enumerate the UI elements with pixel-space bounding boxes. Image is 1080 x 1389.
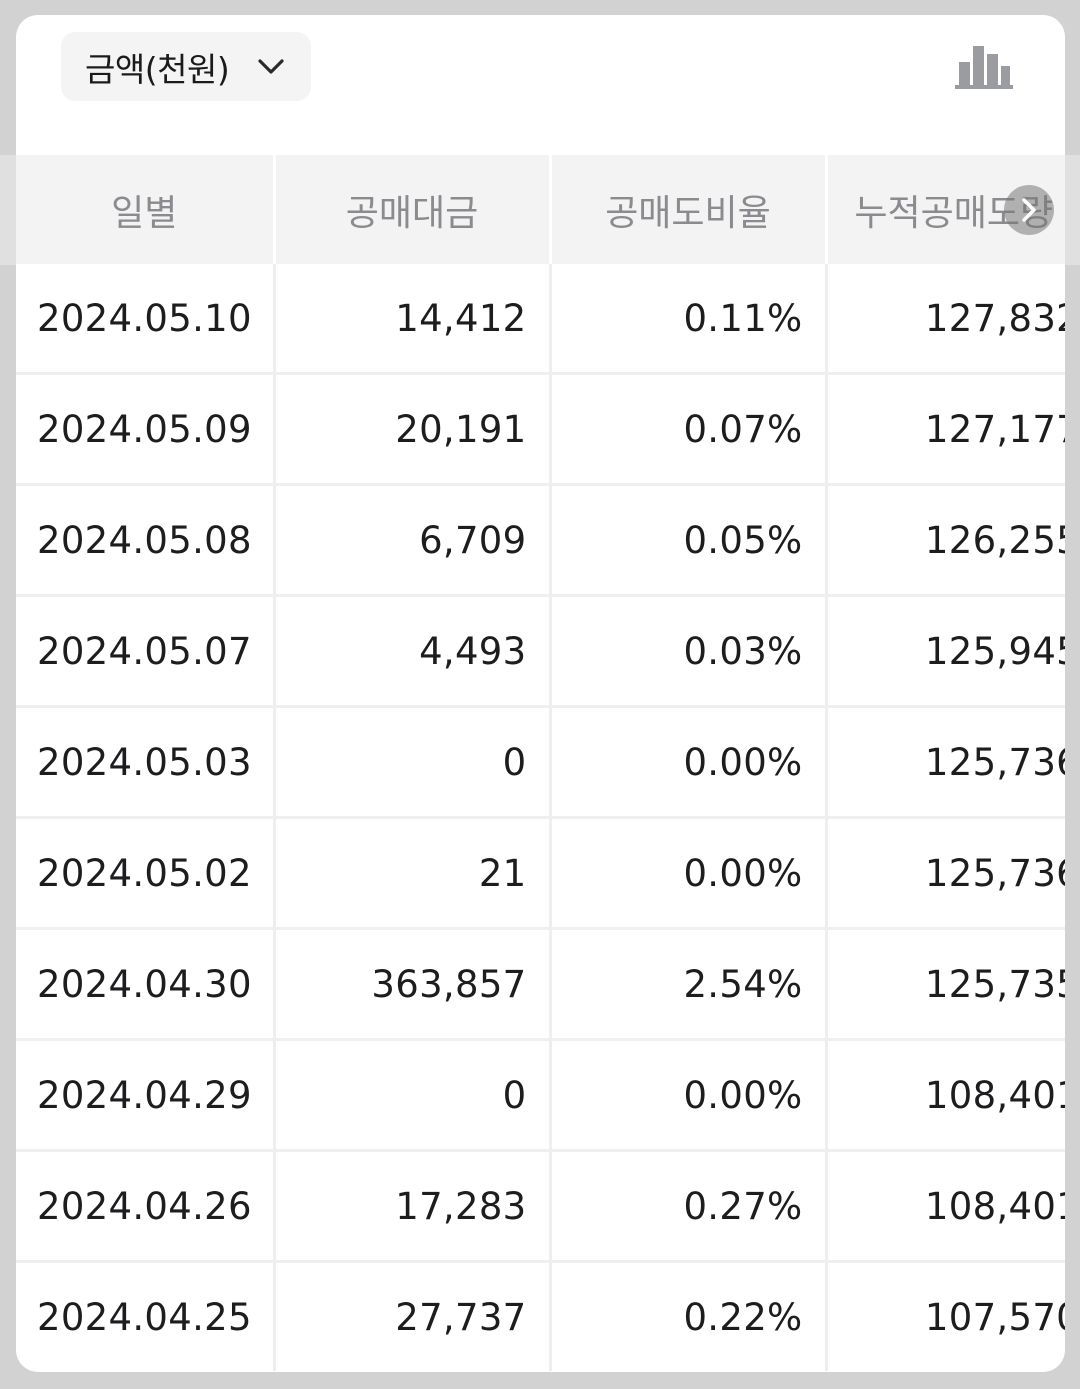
cell-short-ratio: 0.27% — [548, 1149, 826, 1262]
cell-short-amount: 4,493 — [272, 594, 550, 707]
card-toolbar: 금액(천원) — [16, 15, 1065, 155]
table-row: 2024.05.02 21 0.00% 125,736 — [16, 816, 1065, 929]
cell-date: 2024.05.09 — [16, 372, 274, 485]
cell-short-ratio: 0.05% — [548, 483, 826, 596]
header-date[interactable]: 일별 — [16, 155, 274, 264]
cell-short-ratio: 0.22% — [548, 1260, 826, 1371]
cell-short-amount: 363,857 — [272, 927, 550, 1040]
table-row: 2024.05.09 20,191 0.07% 127,177 — [16, 372, 1065, 485]
cell-short-ratio: 0.11% — [548, 264, 826, 374]
cell-date: 2024.05.07 — [16, 594, 274, 707]
cell-short-amount: 27,737 — [272, 1260, 550, 1371]
chevron-down-icon — [258, 59, 284, 74]
header-short-ratio[interactable]: 공매도비율 — [548, 155, 826, 264]
table-scroll-right-button[interactable] — [1004, 185, 1054, 235]
cell-short-ratio: 0.00% — [548, 705, 826, 818]
cell-cumulative-volume: 108,401 — [824, 1149, 1065, 1262]
table-row: 2024.04.26 17,283 0.27% 108,401 — [16, 1149, 1065, 1262]
cell-date: 2024.05.03 — [16, 705, 274, 818]
cell-cumulative-volume: 108,401 — [824, 1038, 1065, 1151]
cell-cumulative-volume: 125,736 — [824, 705, 1065, 818]
cell-date: 2024.04.26 — [16, 1149, 274, 1262]
cell-short-amount: 21 — [272, 816, 550, 929]
unit-select-dropdown[interactable]: 금액(천원) — [61, 32, 311, 101]
cell-date: 2024.05.02 — [16, 816, 274, 929]
cell-date: 2024.04.29 — [16, 1038, 274, 1151]
cell-short-amount: 6,709 — [272, 483, 550, 596]
cell-short-ratio: 0.07% — [548, 372, 826, 485]
cell-cumulative-volume: 125,735 — [824, 927, 1065, 1040]
table-row: 2024.04.25 27,737 0.22% 107,570 — [16, 1260, 1065, 1371]
header-short-amount[interactable]: 공매대금 — [272, 155, 550, 264]
cell-cumulative-volume: 127,832 — [824, 264, 1065, 374]
cell-short-ratio: 0.00% — [548, 1038, 826, 1151]
cell-short-amount: 20,191 — [272, 372, 550, 485]
table-row: 2024.05.07 4,493 0.03% 125,945 — [16, 594, 1065, 707]
cell-short-amount: 0 — [272, 1038, 550, 1151]
short-selling-table: 일별 공매대금 공매도비율 누적공매도량 2024.05.10 14,412 0… — [16, 155, 1065, 1371]
cell-cumulative-volume: 126,255 — [824, 483, 1065, 596]
cell-cumulative-volume: 125,945 — [824, 594, 1065, 707]
cell-cumulative-volume: 127,177 — [824, 372, 1065, 485]
chevron-right-icon — [1022, 198, 1036, 222]
cell-date: 2024.05.10 — [37, 296, 252, 340]
cell-short-ratio: 0.03% — [548, 594, 826, 707]
table-row: 2024.04.30 363,857 2.54% 125,735 — [16, 927, 1065, 1040]
cell-cumulative-volume: 107,570 — [824, 1260, 1065, 1371]
short-selling-table-scroll[interactable]: 일별 공매대금 공매도비율 누적공매도량 2024.05.10 14,412 0… — [16, 155, 1065, 1372]
cell-short-amount: 17,283 — [272, 1149, 550, 1262]
cell-date: 2024.05.08 — [16, 483, 274, 596]
bar-chart-icon[interactable] — [953, 42, 1015, 92]
unit-select-label: 금액(천원) — [85, 49, 230, 89]
cell-short-ratio: 2.54% — [548, 927, 826, 1040]
table-row: 2024.05.03 0 0.00% 125,736 — [16, 705, 1065, 818]
cell-short-amount: 14,412 — [272, 264, 550, 374]
table-header-row: 일별 공매대금 공매도비율 누적공매도량 — [16, 155, 1065, 264]
cell-date: 2024.04.30 — [16, 927, 274, 1040]
cell-short-ratio: 0.00% — [548, 816, 826, 929]
table-row: 2024.05.10 14,412 0.11% 127,832 — [16, 264, 1065, 374]
table-row: 2024.04.29 0 0.00% 108,401 — [16, 1038, 1065, 1151]
table-row: 2024.05.08 6,709 0.05% 126,255 — [16, 483, 1065, 596]
short-selling-card: 금액(천원) 일별 공매대금 공매도비율 누적공매도량 2024.05.10 1… — [16, 15, 1065, 1372]
cell-date: 2024.04.25 — [16, 1260, 274, 1371]
cell-short-amount: 0 — [272, 705, 550, 818]
cell-cumulative-volume: 125,736 — [824, 816, 1065, 929]
